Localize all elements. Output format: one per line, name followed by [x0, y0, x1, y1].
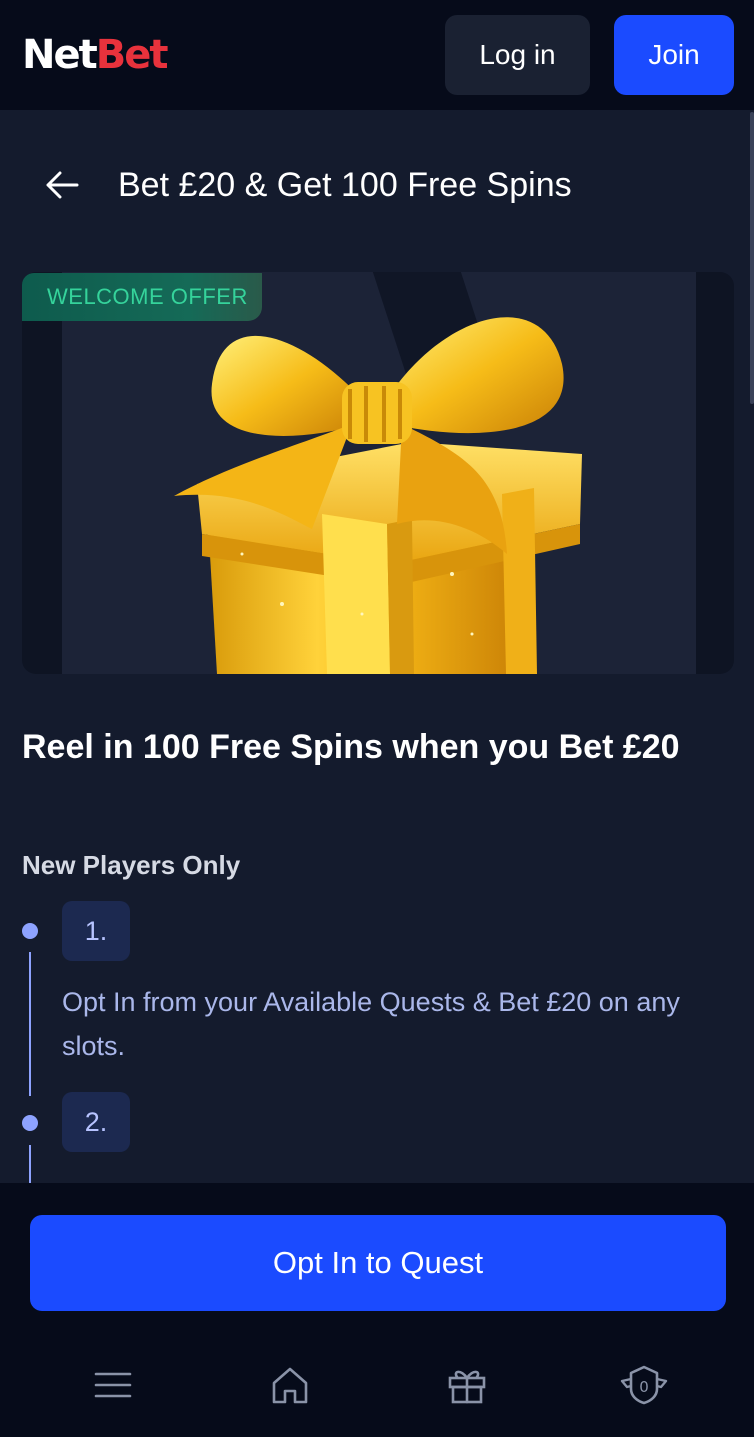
- step-text: Opt In from your Available Quests & Bet …: [62, 987, 680, 1061]
- new-players-subheading: New Players Only: [22, 850, 241, 880]
- nav-home[interactable]: [250, 1345, 330, 1425]
- nav-quests[interactable]: 0: [604, 1345, 684, 1425]
- title-row: Bet £20 & Get 100 Free Spins: [0, 150, 754, 220]
- login-button[interactable]: Log in: [445, 15, 590, 95]
- back-button[interactable]: [32, 155, 92, 215]
- netbet-logo[interactable]: NetBet: [22, 32, 169, 78]
- header-buttons: Log in Join: [445, 15, 734, 95]
- page-title: Bet £20 & Get 100 Free Spins: [118, 165, 572, 204]
- shield-badge-icon: 0: [620, 1365, 668, 1405]
- join-button[interactable]: Join: [614, 15, 734, 95]
- step-connector: [29, 1145, 31, 1183]
- gift-box-image: [174, 317, 582, 674]
- welcome-offer-badge: WELCOME OFFER: [22, 273, 262, 321]
- step-dot: [22, 1115, 38, 1131]
- step-number: 2.: [62, 1092, 130, 1152]
- hero-banner: [22, 272, 734, 674]
- bottom-nav: 0: [0, 1345, 754, 1425]
- gift-icon: [448, 1370, 486, 1404]
- step-number: 1.: [62, 901, 130, 961]
- logo-part-bet: Bet: [95, 32, 169, 78]
- top-header: NetBet Log in Join: [0, 0, 754, 110]
- nav-menu[interactable]: [73, 1345, 153, 1425]
- menu-icon: [94, 1372, 132, 1398]
- step-dot: [22, 923, 38, 939]
- nav-promotions[interactable]: [427, 1345, 507, 1425]
- home-icon: [272, 1367, 308, 1404]
- quest-count: 0: [639, 1378, 649, 1396]
- steps-list: 1. Opt In from your Available Quests & B…: [22, 900, 734, 1183]
- offer-headline: Reel in 100 Free Spins when you Bet £20: [22, 728, 680, 766]
- arrow-left-icon: [46, 171, 79, 199]
- logo-part-net: Net: [22, 32, 98, 78]
- opt-in-quest-button[interactable]: Opt In to Quest: [30, 1215, 726, 1311]
- step-connector: [29, 952, 31, 1096]
